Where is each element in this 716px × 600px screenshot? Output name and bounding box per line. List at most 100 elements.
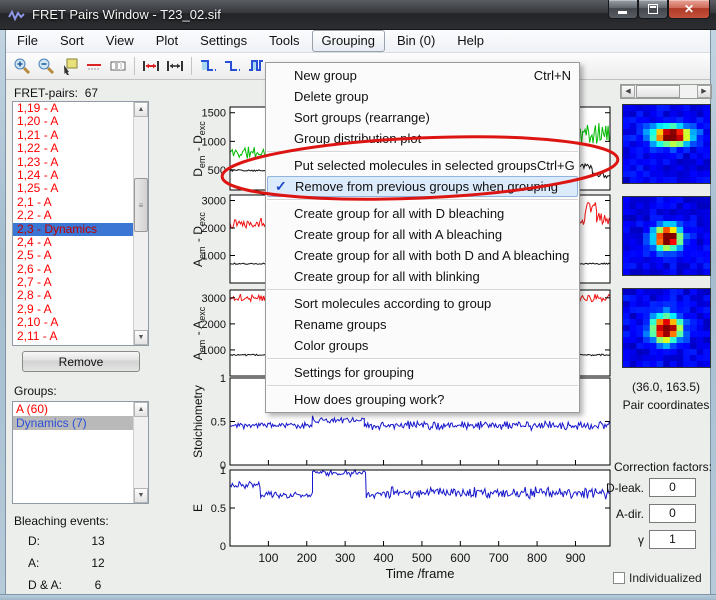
menu-item-sort-groups-rearrange-[interactable]: Sort groups (rearrange) <box>266 107 579 128</box>
window-border-left <box>0 30 6 594</box>
pair-item[interactable]: 2,6 - A <box>13 262 148 276</box>
menu-item-rename-groups[interactable]: Rename groups <box>266 314 579 335</box>
pair-item[interactable]: 2,2 - A <box>13 208 148 222</box>
pair-item[interactable]: 1,25 - A <box>13 181 148 195</box>
menu-item-label: Create group for all with both D and A b… <box>294 248 570 263</box>
app-waveform-icon <box>8 9 25 21</box>
menubar-item-help[interactable]: Help <box>447 30 494 52</box>
pair-item[interactable]: 1,22 - A <box>13 141 148 155</box>
x-limits-red-icon[interactable] <box>139 55 163 77</box>
x-limits-icon[interactable] <box>163 55 187 77</box>
menubar-item-plot[interactable]: Plot <box>146 30 188 52</box>
pair-item[interactable]: 1,20 - A <box>13 114 148 128</box>
close-icon: ✕ <box>683 2 695 16</box>
menubar-item-sort[interactable]: Sort <box>50 30 94 52</box>
pair-item[interactable]: 1,24 - A <box>13 168 148 182</box>
menu-item-label: Group distribution plot <box>294 131 422 146</box>
group-item[interactable]: Dynamics (7) <box>13 416 148 430</box>
menu-item-remove-from-previous-groups-when-groupin[interactable]: ✓ Remove from previous groups when groupi… <box>267 176 578 197</box>
menu-item-delete-group[interactable]: Delete group <box>266 86 579 107</box>
remove-button[interactable]: Remove <box>22 351 140 372</box>
slider-left-icon[interactable]: ◀ <box>621 85 635 98</box>
pair-item[interactable]: 2,8 - A <box>13 289 148 303</box>
pair-item[interactable]: 2,7 - A <box>13 275 148 289</box>
close-button[interactable]: ✕ <box>668 0 710 19</box>
menu-item-how-does-grouping-work-[interactable]: How does grouping work? <box>266 389 579 410</box>
svg-text:3000: 3000 <box>202 293 226 305</box>
pairs-scrollbar[interactable]: ▲ ≡ ▼ <box>133 102 148 345</box>
zoom-in-icon[interactable] <box>10 55 34 77</box>
groups-listbox[interactable]: A (60) Dynamics (7) ▲ ▼ <box>12 401 149 504</box>
svg-text:Dem - Dexc: Dem - Dexc <box>191 120 207 177</box>
pair-item[interactable]: 2,10 - A <box>13 315 148 329</box>
frame-columns-icon[interactable] <box>106 55 130 77</box>
factor-input[interactable]: 0 <box>649 504 696 523</box>
menubar-item-view[interactable]: View <box>96 30 144 52</box>
menu-item-label: Delete group <box>294 89 369 104</box>
trace-step-fill-icon[interactable] <box>196 55 220 77</box>
svg-text:600: 600 <box>450 551 470 565</box>
pair-item[interactable]: 1,23 - A <box>13 155 148 169</box>
pair-item[interactable]: 2,5 - A <box>13 248 148 262</box>
factor-input[interactable]: 0 <box>649 478 696 497</box>
svg-text:Stoichiometry: Stoichiometry <box>191 385 205 458</box>
toolbar-separator <box>191 57 192 75</box>
factor-input[interactable]: 1 <box>649 530 696 549</box>
pair-coordinates-caption: Pair coordinates <box>622 398 710 412</box>
menu-item-new-group[interactable]: New group Ctrl+N <box>266 65 579 86</box>
scroll-down-icon[interactable]: ▼ <box>134 488 148 503</box>
line-profile-icon[interactable] <box>82 55 106 77</box>
menubar-item-file[interactable]: File <box>7 30 48 52</box>
slider-right-icon[interactable]: ▶ <box>697 85 711 98</box>
menu-bar: File Sort View Plot Settings Tools Grouping Bin… <box>6 30 710 53</box>
svg-text:800: 800 <box>527 551 547 565</box>
fret-pairs-window: FRET Pairs Window - T23_02.sif ✕ File Sor… <box>0 0 716 600</box>
menubar-item-bin-0-[interactable]: Bin (0) <box>387 30 445 52</box>
pair-slider[interactable]: ◀ ▶ <box>620 84 712 99</box>
maximize-button[interactable] <box>638 0 668 19</box>
individualized-label: Individualized <box>629 571 702 585</box>
fret-pairs-listbox[interactable]: 1,19 - A 1,20 - A 1,21 - A 1,22 - A 1,23 - A… <box>12 101 149 346</box>
individualized-checkbox[interactable]: Individualized <box>613 571 702 585</box>
menubar-item-grouping[interactable]: Grouping <box>311 30 385 52</box>
menubar-item-tools[interactable]: Tools <box>259 30 309 52</box>
trace-step-icon[interactable] <box>220 55 244 77</box>
check-icon: ✓ <box>275 178 287 194</box>
menu-item-color-groups[interactable]: Color groups <box>266 335 579 356</box>
menu-item-create-group-for-all-with-blinking[interactable]: Create group for all with blinking <box>266 266 579 287</box>
pair-item[interactable]: 2,1 - A <box>13 195 148 209</box>
minimize-button[interactable] <box>608 0 638 19</box>
pairs-scroll-thumb[interactable]: ≡ <box>134 178 148 232</box>
group-item[interactable]: A (60) <box>13 402 148 416</box>
zoom-out-icon[interactable] <box>34 55 58 77</box>
menu-item-group-distribution-plot[interactable]: Group distribution plot <box>266 128 579 149</box>
pair-item[interactable]: 2,9 - A <box>13 302 148 316</box>
menu-item-create-group-for-all-with-d-bleaching[interactable]: Create group for all with D bleaching <box>266 203 579 224</box>
scroll-up-icon[interactable]: ▲ <box>134 102 148 117</box>
svg-text:0.5: 0.5 <box>211 503 226 515</box>
pair-item[interactable]: 2,11 - A <box>13 329 148 343</box>
pair-item[interactable]: 1,21 - A <box>13 128 148 142</box>
scroll-up-icon[interactable]: ▲ <box>134 402 148 417</box>
scroll-down-icon[interactable]: ▼ <box>134 330 148 345</box>
svg-text:300: 300 <box>335 551 355 565</box>
pair-item[interactable]: 1,19 - A <box>13 102 148 115</box>
menubar-item-settings[interactable]: Settings <box>190 30 257 52</box>
menu-item-sort-molecules-according-to-group[interactable]: Sort molecules according to group <box>266 293 579 314</box>
menu-item-create-group-for-all-with-a-bleaching[interactable]: Create group for all with A bleaching <box>266 224 579 245</box>
pair-item[interactable]: 2,4 - A <box>13 235 148 249</box>
menu-item-label: Color groups <box>294 338 369 353</box>
select-molecule-icon[interactable] <box>58 55 82 77</box>
menu-item-put-selected-molecules-in-selected-group[interactable]: Put selected molecules in selected group… <box>266 155 579 176</box>
pair-image-heatmap <box>622 104 711 184</box>
menu-item-label: Create group for all with blinking <box>294 269 480 284</box>
menu-separator <box>267 385 578 387</box>
checkbox-icon[interactable] <box>613 572 625 584</box>
slider-thumb[interactable] <box>636 85 680 98</box>
groups-scrollbar[interactable]: ▲ ▼ <box>133 402 148 503</box>
menu-shortcut: Ctrl+G <box>536 158 575 173</box>
menu-item-settings-for-grouping[interactable]: Settings for grouping <box>266 362 579 383</box>
pair-item[interactable]: 2,3 - Dynamics <box>13 222 148 236</box>
menu-item-label: New group <box>294 68 357 83</box>
menu-item-create-group-for-all-with-both-d-and-a-b[interactable]: Create group for all with both D and A b… <box>266 245 579 266</box>
